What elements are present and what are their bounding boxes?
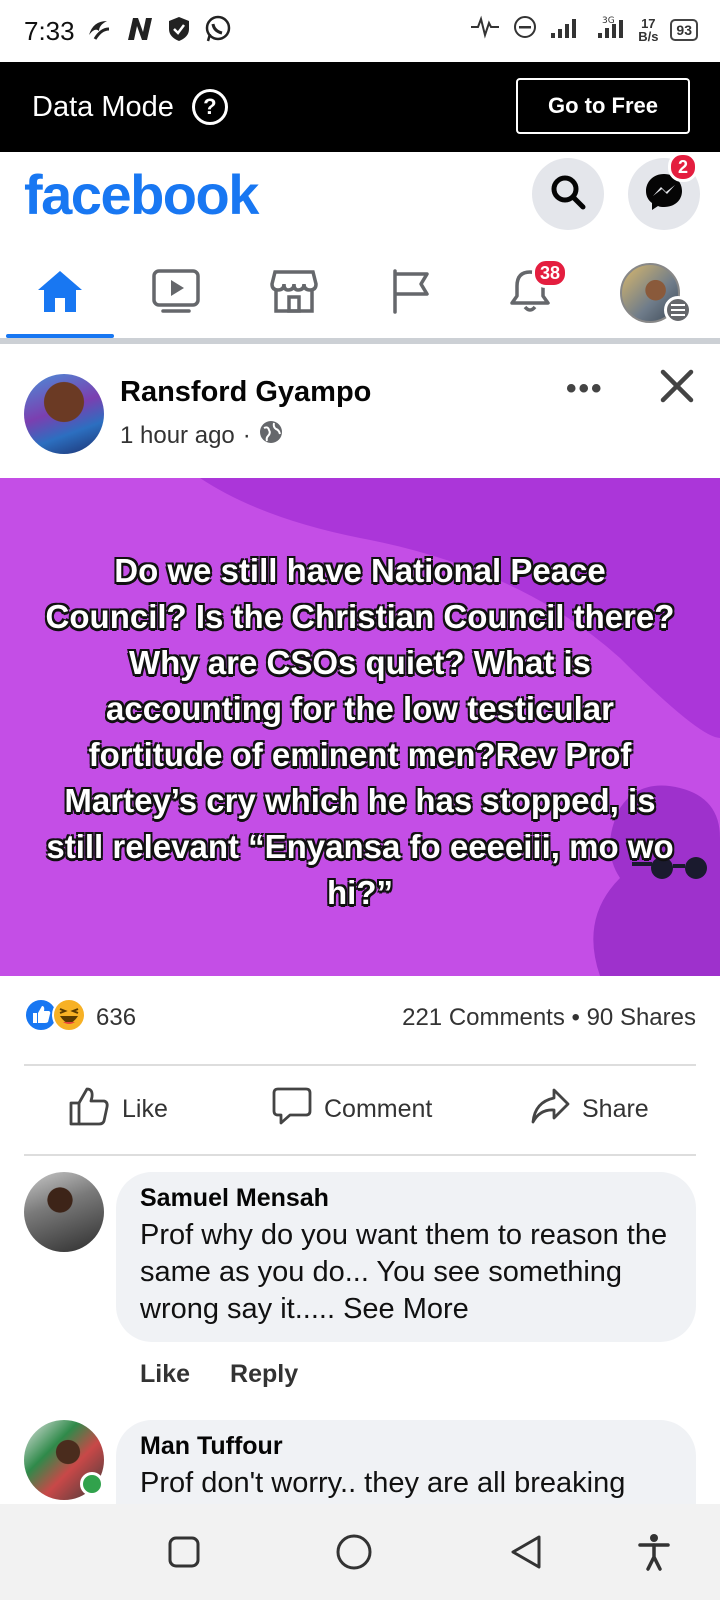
help-icon[interactable]: ?: [191, 89, 228, 125]
comment-text: Prof don't worry.. they are all breaking: [140, 1467, 626, 1499]
comment-label: Comment: [324, 1095, 433, 1123]
comments-shares-count[interactable]: 221 Comments • 90 Shares: [402, 1004, 696, 1032]
comment-button[interactable]: Comment: [272, 1086, 432, 1133]
go-to-free-button[interactable]: Go to Free: [516, 78, 690, 134]
post-header: Ransford Gyampo 1 hour ago · •••: [0, 350, 720, 478]
tab-home[interactable]: [0, 248, 120, 338]
commenter-avatar[interactable]: [24, 1172, 104, 1252]
swirl-icon: [85, 15, 113, 48]
n-app-icon: [125, 16, 155, 47]
network-speed: 17 B/s: [638, 17, 658, 43]
tab-watch[interactable]: [116, 248, 236, 338]
like-label: Like: [122, 1095, 168, 1123]
home-icon: [35, 268, 85, 319]
share-icon: [530, 1086, 570, 1133]
meta-separator: ·: [242, 421, 251, 449]
circle-icon: [335, 1533, 373, 1576]
thumbs-up-icon: [68, 1086, 110, 1133]
globe-icon: [259, 420, 283, 451]
back-triangle-icon: [508, 1533, 544, 1576]
share-label: Share: [582, 1095, 649, 1123]
messenger-button[interactable]: 2: [628, 152, 700, 230]
recents-button[interactable]: [164, 1534, 204, 1574]
back-button[interactable]: [506, 1534, 546, 1574]
comment-reply-button[interactable]: Reply: [230, 1360, 298, 1389]
system-nav-bar: [0, 1504, 720, 1600]
flag-icon: [387, 268, 437, 319]
divider: [24, 1064, 696, 1066]
post-meta: 1 hour ago ·: [120, 420, 283, 451]
facebook-logo[interactable]: facebook: [24, 162, 259, 227]
data-mode-label: Data Mode: [32, 90, 174, 123]
comment-bubble[interactable]: Samuel Mensah Prof why do you want them …: [116, 1172, 696, 1342]
comment-actions: Like Reply: [140, 1360, 298, 1389]
signal-icon: [550, 15, 584, 44]
battery-indicator: 93: [670, 18, 698, 41]
search-button[interactable]: [532, 158, 604, 230]
square-icon: [167, 1535, 201, 1574]
main-nav: 38: [0, 248, 720, 344]
post-text: Do we still have National Peace Council?…: [45, 552, 675, 911]
post-author-avatar[interactable]: [24, 374, 104, 454]
close-icon[interactable]: [660, 368, 694, 413]
comment-icon: [272, 1086, 312, 1133]
comment-text: Prof why do you want them to reason the …: [140, 1219, 668, 1325]
commenter-name[interactable]: Samuel Mensah: [140, 1184, 672, 1213]
reactions-summary[interactable]: 636 221 Comments • 90 Shares: [0, 990, 720, 1046]
status-time: 7:33: [24, 15, 75, 46]
divider: [24, 1154, 696, 1156]
home-button[interactable]: [334, 1534, 374, 1574]
tab-notifications[interactable]: 38: [470, 248, 590, 338]
tab-pages[interactable]: [352, 248, 472, 338]
reaction-icons: [24, 998, 86, 1037]
net-speed-unit: B/s: [638, 28, 659, 44]
menu-icon: [664, 296, 692, 324]
more-options-icon[interactable]: •••: [566, 372, 604, 406]
dnd-icon: [512, 14, 538, 45]
comment-like-button[interactable]: Like: [140, 1360, 190, 1389]
online-status-dot: [80, 1472, 104, 1496]
share-button[interactable]: Share: [530, 1086, 649, 1133]
whatsapp-icon: [203, 14, 233, 49]
commenter-name[interactable]: Man Tuffour: [140, 1432, 672, 1461]
post-actions: Like Comment Share: [0, 1068, 720, 1154]
post-author-name[interactable]: Ransford Gyampo: [120, 376, 371, 409]
signal-3g-icon: 3G: [596, 14, 626, 45]
app-header: facebook 2: [0, 152, 720, 240]
shield-icon: [167, 15, 191, 48]
tab-marketplace[interactable]: [234, 248, 354, 338]
store-icon: [269, 268, 319, 319]
messenger-badge: 2: [668, 152, 698, 182]
data-mode-bar: Data Mode ? Go to Free: [0, 62, 720, 152]
like-button[interactable]: Like: [68, 1086, 168, 1133]
accessibility-button[interactable]: [634, 1533, 674, 1576]
accessibility-icon: [637, 1533, 671, 1576]
post-text-background[interactable]: Do we still have National Peace Council?…: [0, 478, 720, 976]
post-time[interactable]: 1 hour ago: [120, 422, 235, 450]
video-icon: [151, 268, 201, 319]
haha-reaction-icon: [52, 998, 86, 1037]
notifications-badge: 38: [532, 258, 569, 288]
status-bar: 7:33 3G 17 B/s 93: [0, 0, 720, 62]
search-icon: [548, 172, 588, 217]
reaction-count: 636: [96, 1004, 137, 1031]
tab-menu[interactable]: [590, 248, 710, 338]
activity-icon: [470, 15, 500, 44]
